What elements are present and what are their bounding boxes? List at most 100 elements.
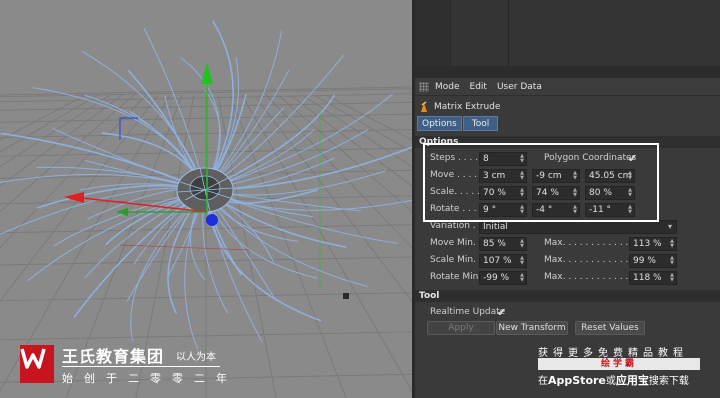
spinner-icon[interactable]: ▲ ▼ bbox=[520, 188, 524, 198]
brand-logo bbox=[20, 345, 54, 383]
steps-value: 8 bbox=[483, 154, 489, 164]
move-min-value: 85 % bbox=[483, 239, 506, 249]
scale-y-value: 74 % bbox=[536, 188, 559, 198]
rotate-max-label: Max. . . . . . . . . . . . . . bbox=[544, 272, 640, 282]
rotate-p-field[interactable]: -4 ° ▲ ▼ bbox=[532, 203, 580, 217]
move-label: Move . . . . . bbox=[430, 170, 483, 180]
steps-field[interactable]: 8 ▲ ▼ bbox=[479, 152, 527, 166]
rotate-min-field[interactable]: -99 % ▲ ▼ bbox=[479, 271, 527, 285]
rotate-h-field[interactable]: 9 ° ▲ ▼ bbox=[479, 203, 527, 217]
apply-button[interactable]: Apply bbox=[427, 321, 495, 335]
3d-viewport[interactable]: 王氏教育集团 以人为本 始创于二零零二年 bbox=[0, 0, 412, 398]
polygon-coordinates-checkbox[interactable]: ✔ bbox=[628, 152, 637, 165]
variation-row: Variation . . . Initial ▾ bbox=[415, 220, 720, 234]
spinner-icon[interactable]: ▲ ▼ bbox=[520, 171, 524, 181]
rotate-min-value: -99 % bbox=[483, 273, 510, 283]
rotate-label: Rotate . . . . bbox=[430, 204, 483, 214]
brand-title: 王氏教育集团 bbox=[62, 347, 165, 366]
spinner-icon[interactable]: ▲ ▼ bbox=[520, 205, 524, 215]
move-row: Move . . . . . 3 cm ▲ ▼ -9 cm ▲ ▼ 45.05 cm… bbox=[415, 169, 720, 183]
scale-x-value: 70 % bbox=[483, 188, 506, 198]
steps-row: Steps . . . . . 8 ▲ ▼ Polygon Coordinates… bbox=[415, 152, 720, 166]
polygon-coordinates-label: Polygon Coordinates bbox=[544, 153, 637, 163]
viewport-scene[interactable] bbox=[0, 0, 412, 398]
realtime-update-label: Realtime Update bbox=[430, 307, 506, 317]
menu-edit[interactable]: Edit bbox=[470, 82, 487, 92]
object-manager-panel bbox=[415, 0, 720, 78]
steps-label: Steps . . . . . bbox=[430, 153, 484, 163]
variation-dropdown[interactable]: Initial ▾ bbox=[479, 220, 677, 234]
chevron-down-icon[interactable]: ▾ bbox=[668, 221, 672, 233]
spinner-icon[interactable]: ▲ ▼ bbox=[670, 256, 674, 266]
object-header: Matrix Extrude bbox=[419, 100, 500, 114]
realtime-update-row: Realtime Update ✔ bbox=[415, 306, 720, 320]
rotate-min-label: Rotate Min. bbox=[430, 272, 482, 282]
promo-mid: 或 bbox=[605, 376, 616, 387]
menu-mode[interactable]: Mode bbox=[435, 82, 460, 92]
gizmo-center bbox=[206, 214, 218, 226]
spinner-icon[interactable]: ▲ ▼ bbox=[628, 188, 632, 198]
tab-options[interactable]: Options bbox=[417, 116, 462, 131]
move-max-field[interactable]: 113 % ▲ ▼ bbox=[629, 237, 677, 251]
promo-line-2: 绘学霸 bbox=[600, 359, 637, 369]
manager-footer bbox=[415, 66, 720, 78]
rotate-max-field[interactable]: 118 % ▲ ▼ bbox=[629, 271, 677, 285]
promo-app: 应用宝 bbox=[615, 374, 649, 387]
spinner-icon[interactable]: ▲ ▼ bbox=[573, 188, 577, 198]
move-y-value: -9 cm bbox=[536, 171, 562, 181]
promo-prefix: 在 bbox=[538, 376, 548, 387]
rotate-b-field[interactable]: -11 ° ▲ ▼ bbox=[585, 203, 635, 217]
rotate-p-value: -4 ° bbox=[536, 205, 553, 215]
spinner-icon[interactable]: ▲ ▼ bbox=[573, 205, 577, 215]
scale-max-value: 99 % bbox=[633, 256, 656, 266]
scale-min-field[interactable]: 107 % ▲ ▼ bbox=[479, 254, 527, 268]
move-z-field[interactable]: 45.05 cm ▲ ▼ bbox=[585, 169, 635, 183]
y-arrow-icon bbox=[201, 62, 213, 84]
rotate-min-row: Rotate Min. -99 % ▲ ▼ Max. . . . . . . . … bbox=[415, 271, 720, 285]
move-min-field[interactable]: 85 % ▲ ▼ bbox=[479, 237, 527, 251]
matrix-extrude-icon bbox=[419, 101, 429, 113]
strand bbox=[204, 189, 263, 343]
spinner-icon[interactable]: ▲ ▼ bbox=[520, 154, 524, 164]
spinner-icon[interactable]: ▲ ▼ bbox=[628, 171, 632, 181]
spinner-icon[interactable]: ▲ ▼ bbox=[520, 273, 524, 283]
spinner-icon[interactable]: ▲ ▼ bbox=[670, 239, 674, 249]
brand-divider bbox=[62, 366, 220, 367]
grip-icon[interactable] bbox=[419, 81, 429, 92]
x-arrow-icon bbox=[64, 192, 84, 203]
strand bbox=[130, 189, 206, 341]
new-transform-button[interactable]: New Transform bbox=[496, 321, 568, 335]
move-x-value: 3 cm bbox=[483, 171, 506, 181]
move-min-row: Move Min. 85 % ▲ ▼ Max. . . . . . . . . .… bbox=[415, 237, 720, 251]
promo-appstore: AppStore bbox=[548, 374, 606, 387]
move-x-field[interactable]: 3 cm ▲ ▼ bbox=[479, 169, 527, 183]
grid-line bbox=[253, 94, 412, 303]
promo-suffix: 搜索下载 bbox=[648, 376, 689, 387]
strand bbox=[143, 28, 206, 191]
section-options[interactable]: Options bbox=[415, 136, 720, 148]
move-max-label: Max. . . . . . . . . . . . . . bbox=[544, 238, 640, 248]
tab-tool[interactable]: Tool bbox=[462, 116, 499, 131]
spinner-icon[interactable]: ▲ ▼ bbox=[573, 171, 577, 181]
spinner-icon[interactable]: ▲ ▼ bbox=[628, 205, 632, 215]
move-z-value: 45.05 cm bbox=[589, 171, 632, 181]
spinner-icon[interactable]: ▲ ▼ bbox=[520, 239, 524, 249]
scale-max-field[interactable]: 99 % ▲ ▼ bbox=[629, 254, 677, 268]
scale-x-field[interactable]: 70 % ▲ ▼ bbox=[479, 186, 527, 200]
tab-bar: Options Tool bbox=[417, 116, 499, 131]
promo-line-3: 在AppStore或应用宝搜索下载 bbox=[538, 372, 689, 388]
realtime-update-checkbox[interactable]: ✔ bbox=[497, 306, 506, 319]
rotate-h-value: 9 ° bbox=[483, 205, 497, 215]
spinner-icon[interactable]: ▲ ▼ bbox=[520, 256, 524, 266]
scale-max-label: Max. . . . . . . . . . . . . . bbox=[544, 255, 640, 265]
scale-z-field[interactable]: 80 % ▲ ▼ bbox=[585, 186, 635, 200]
reset-values-button[interactable]: Reset Values bbox=[575, 321, 645, 335]
variation-value: Initial bbox=[483, 222, 508, 232]
scale-y-field[interactable]: 74 % ▲ ▼ bbox=[532, 186, 580, 200]
menu-user-data[interactable]: User Data bbox=[497, 82, 542, 92]
section-tool[interactable]: Tool bbox=[415, 290, 720, 302]
spinner-icon[interactable]: ▲ ▼ bbox=[670, 273, 674, 283]
center-mesh bbox=[176, 167, 234, 213]
move-y-field[interactable]: -9 cm ▲ ▼ bbox=[532, 169, 580, 183]
rotate-max-value: 118 % bbox=[633, 273, 662, 283]
